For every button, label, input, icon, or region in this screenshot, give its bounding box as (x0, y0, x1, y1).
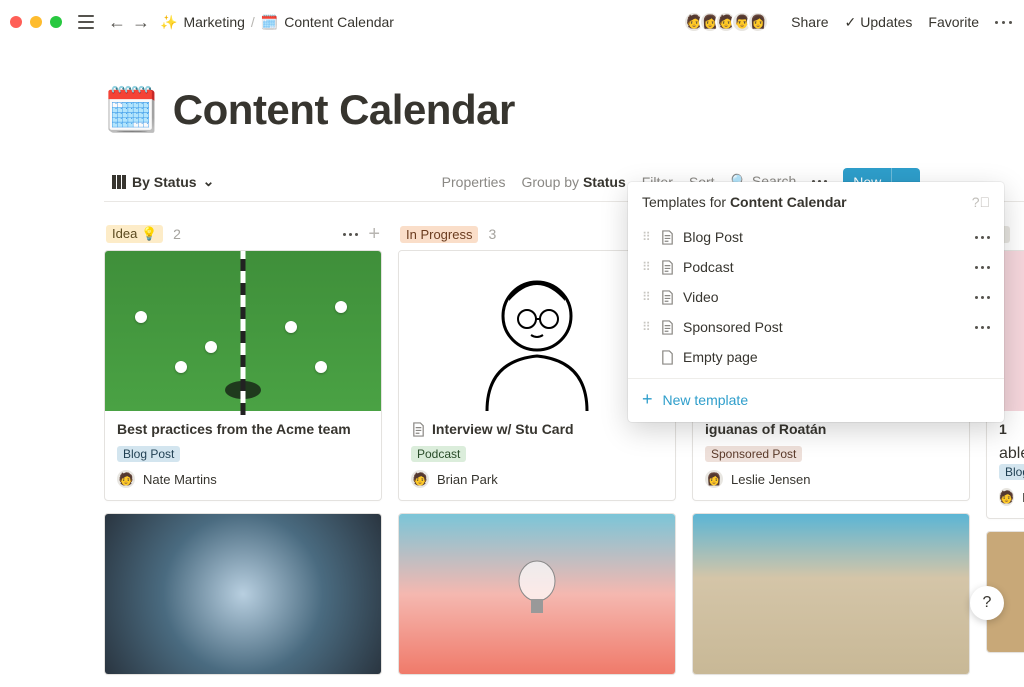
template-item-podcast[interactable]: ⠿ Podcast (628, 252, 1004, 282)
card-title: Best practices from the Acme team (117, 421, 369, 437)
chevron-down-icon: ⌄ (203, 173, 215, 190)
template-item-empty-page[interactable]: ⠿ Empty page (628, 342, 1004, 372)
template-label: Empty page (683, 349, 758, 365)
card-author: 👩Leslie Jensen (705, 470, 957, 488)
template-item-sponsored-post[interactable]: ⠿ Sponsored Post (628, 312, 1004, 342)
back-arrow-icon[interactable]: ← (108, 12, 126, 33)
card-author: 🧑Nate Martins (117, 470, 369, 488)
card-tag: Podcast (411, 446, 466, 462)
page-icon (660, 260, 675, 275)
forward-arrow-icon[interactable]: → (132, 12, 150, 33)
board-view-icon (112, 175, 126, 189)
card-tag: Blog Post (117, 446, 180, 462)
board-card[interactable] (398, 513, 676, 675)
template-more-icon[interactable] (975, 266, 990, 269)
card-title: iguanas of Roatán (705, 421, 957, 437)
page-icon (411, 422, 426, 437)
share-button[interactable]: Share (791, 14, 828, 30)
maximize-window-icon[interactable] (50, 16, 62, 28)
plus-icon: + (642, 389, 653, 410)
collaborator-avatars[interactable]: 🧑 👩 🧑 👨 👩 (689, 11, 769, 33)
template-label: Video (683, 289, 719, 305)
card-tag: Blog (999, 464, 1024, 480)
check-icon: ✓ (845, 14, 857, 31)
window-titlebar: ← → ✨ Marketing / 🗓️ Content Calendar 🧑 … (0, 0, 1024, 44)
templates-dropdown: Templates for Content Calendar ?⃝ ⠿ Blog… (628, 182, 1004, 422)
dropdown-header: Templates for Content Calendar ?⃝ (628, 182, 1004, 222)
template-label: Podcast (683, 259, 734, 275)
column-header: Idea 💡 2 + (104, 218, 382, 250)
status-badge[interactable]: In Progress (400, 226, 478, 243)
card-title: able (999, 445, 1024, 463)
card-title: 1 (999, 421, 1024, 437)
sidebar-toggle-icon[interactable] (78, 15, 94, 29)
breadcrumb: ✨ Marketing / 🗓️ Content Calendar (160, 14, 394, 31)
board-card[interactable] (692, 513, 970, 675)
drag-handle-icon[interactable]: ⠿ (642, 260, 656, 274)
template-label: Sponsored Post (683, 319, 783, 335)
avatar: 🧑 (117, 470, 135, 488)
breadcrumb-page-icon: 🗓️ (261, 14, 278, 31)
close-window-icon[interactable] (10, 16, 22, 28)
help-icon[interactable]: ?⃝ (972, 194, 990, 210)
minimize-window-icon[interactable] (30, 16, 42, 28)
breadcrumb-page[interactable]: Content Calendar (284, 14, 394, 30)
updates-button[interactable]: ✓Updates (845, 14, 913, 31)
avatar: 🧑 (999, 488, 1014, 506)
drag-handle-icon[interactable]: ⠿ (642, 230, 656, 244)
page-icon (660, 290, 675, 305)
page-icon (660, 350, 675, 365)
more-menu-icon[interactable] (995, 21, 1012, 24)
drag-handle-icon[interactable]: ⠿ (642, 320, 656, 334)
properties-button[interactable]: Properties (442, 174, 506, 190)
template-more-icon[interactable] (975, 236, 990, 239)
traffic-lights (10, 16, 62, 28)
status-badge[interactable]: Idea 💡 (106, 225, 163, 243)
page-heading[interactable]: Content Calendar (173, 86, 515, 134)
card-cover-image (693, 514, 969, 674)
board-card[interactable]: Best practices from the Acme team Blog P… (104, 250, 382, 501)
template-more-icon[interactable] (975, 326, 990, 329)
card-author: 🧑Brian Park (411, 470, 663, 488)
avatar: 👩 (747, 11, 769, 33)
page-icon[interactable]: 🗓️ (104, 84, 159, 136)
card-author: 🧑M (999, 488, 1024, 506)
column-count: 2 (173, 226, 181, 242)
template-label: Blog Post (683, 229, 743, 245)
breadcrumb-separator: / (251, 14, 255, 30)
card-cover-image (105, 514, 381, 674)
help-fab-button[interactable]: ? (970, 586, 1004, 620)
template-more-icon[interactable] (975, 296, 990, 299)
card-cover-image (105, 251, 381, 411)
board-card[interactable] (104, 513, 382, 675)
nav-arrows: ← → (108, 12, 150, 33)
column-count: 3 (488, 226, 496, 242)
favorite-button[interactable]: Favorite (928, 14, 979, 30)
add-card-icon[interactable]: + (368, 223, 380, 246)
view-selector[interactable]: By Status ⌄ (104, 169, 222, 194)
board-column-idea: Idea 💡 2 + Best practice (104, 218, 382, 687)
group-by-button[interactable]: Group by Status (521, 174, 625, 190)
page-title: 🗓️ Content Calendar (104, 84, 1024, 136)
card-title: Interview w/ Stu Card (411, 421, 663, 437)
new-template-button[interactable]: + New template (628, 378, 1004, 414)
avatar: 🧑 (411, 470, 429, 488)
avatar: 👩 (705, 470, 723, 488)
page-icon (660, 320, 675, 335)
card-cover-image (399, 514, 675, 674)
template-item-video[interactable]: ⠿ Video (628, 282, 1004, 312)
column-more-icon[interactable] (343, 233, 358, 236)
top-actions: Share ✓Updates Favorite (791, 14, 1012, 31)
card-tag: Sponsored Post (705, 446, 802, 462)
view-name: By Status (132, 174, 197, 190)
breadcrumb-parent[interactable]: Marketing (183, 14, 244, 30)
breadcrumb-parent-icon: ✨ (160, 14, 177, 31)
drag-handle-icon[interactable]: ⠿ (642, 290, 656, 304)
template-item-blog-post[interactable]: ⠿ Blog Post (628, 222, 1004, 252)
page-icon (660, 230, 675, 245)
